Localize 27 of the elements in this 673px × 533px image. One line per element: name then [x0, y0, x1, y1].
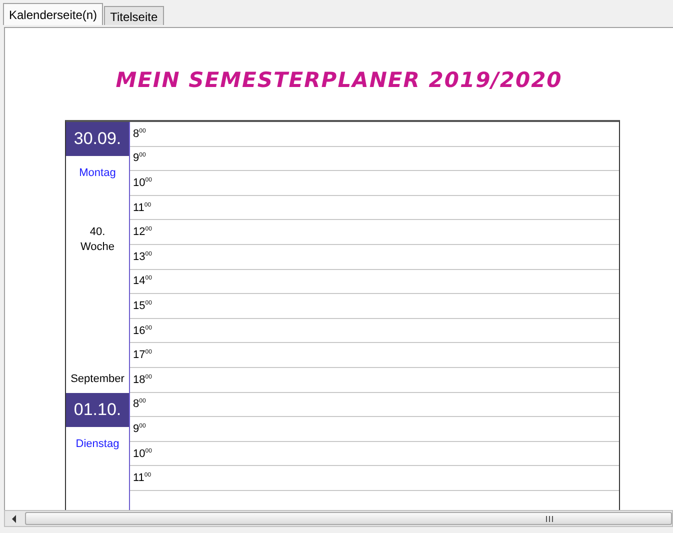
hour-label: 9$^{00}$ — [132, 422, 146, 435]
left-arrow-icon[interactable] — [10, 514, 18, 522]
tab[interactable]: Titelseite — [104, 6, 164, 25]
tab[interactable]: Kalenderseite(n) — [3, 3, 104, 25]
hour-label: 10$^{00}$ — [132, 448, 152, 460]
hour-label: 16$^{00}$ — [132, 324, 152, 337]
weekday-label: Montag — [79, 167, 116, 179]
grip-icon — [546, 516, 553, 522]
horizontal-scrollbar[interactable] — [4, 510, 673, 527]
date-header: 30.09. — [66, 122, 129, 156]
week-label: 40. Woche — [80, 225, 115, 255]
hour-label: 11$^{00}$ — [132, 202, 152, 214]
month-label: September — [70, 372, 124, 385]
hour-label: 13$^{00}$ — [132, 250, 152, 263]
hour-label: 15$^{00}$ — [132, 300, 152, 312]
hour-label: 8$^{00}$ — [132, 128, 146, 140]
hour-label: 11$^{00}$ — [132, 472, 152, 484]
hour-label: 14$^{00}$ — [132, 275, 152, 288]
hour-label: 9$^{00}$ — [132, 152, 146, 164]
date-header: 01.10. — [66, 392, 129, 427]
hour-label: 12$^{00}$ — [132, 226, 152, 238]
hour-label: 8$^{00}$ — [132, 398, 146, 410]
hour-label: 17$^{00}$ — [132, 349, 152, 362]
hour-label: 18$^{00}$ — [132, 374, 152, 386]
weekday-label: Dienstag — [76, 438, 120, 450]
hour-label: 10$^{00}$ — [132, 176, 152, 189]
planner-title: MEIN SEMESTERPLANER 2019/2020 — [114, 68, 564, 92]
